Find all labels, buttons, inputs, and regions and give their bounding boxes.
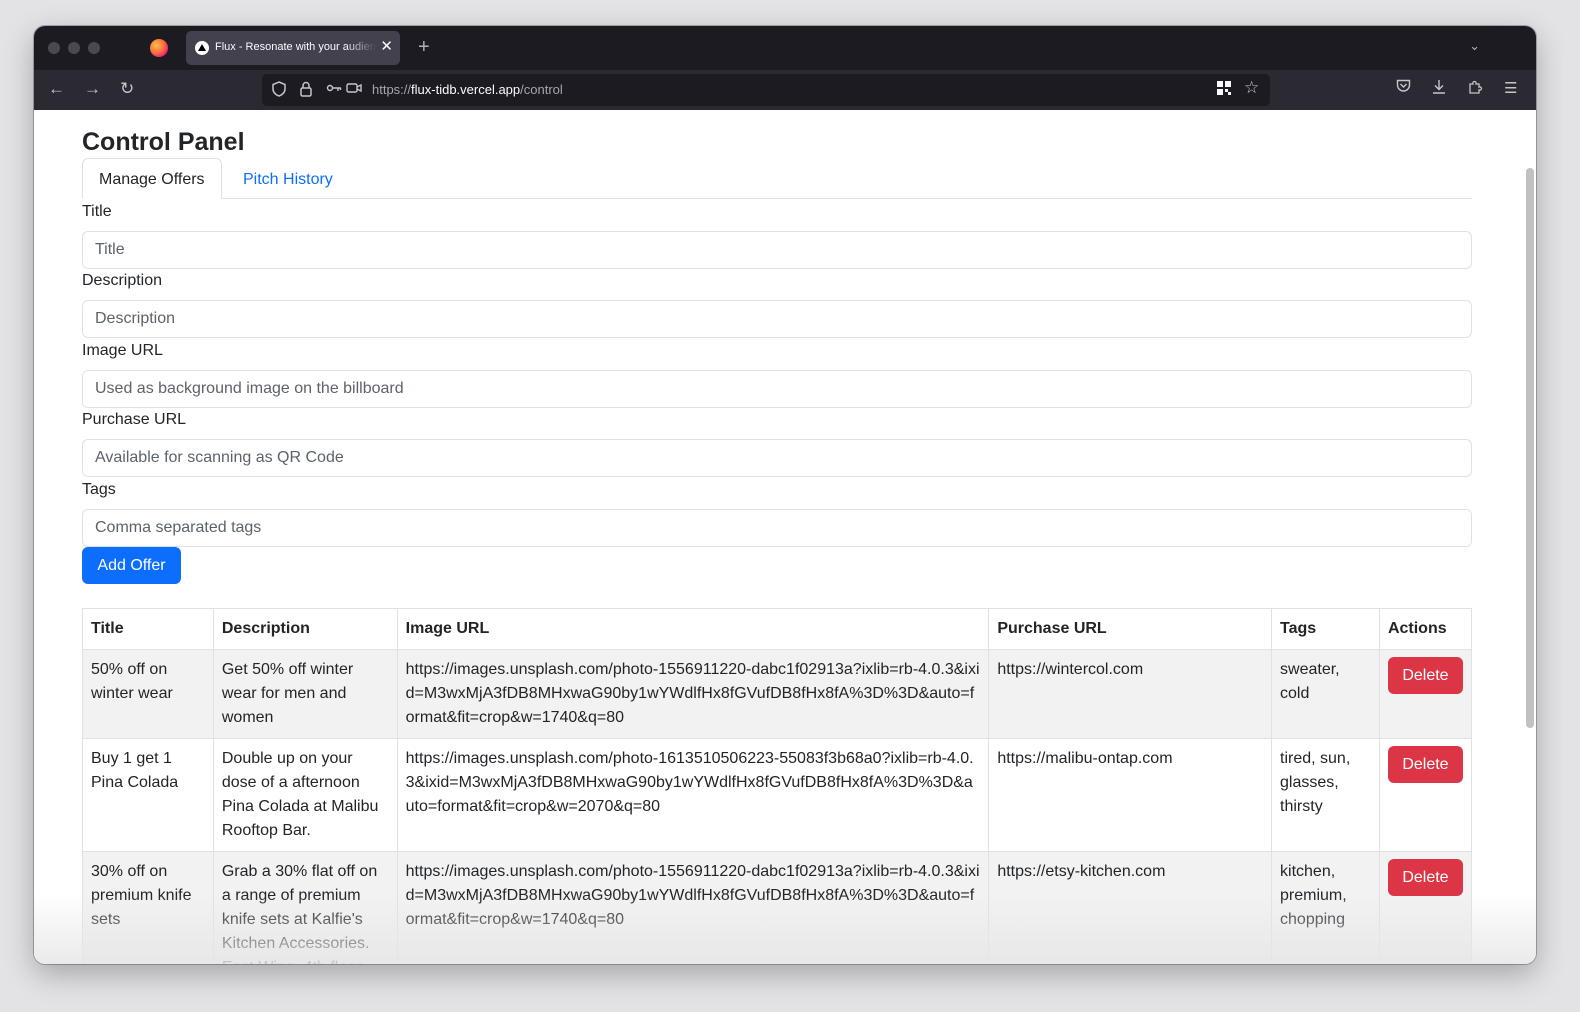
new-tab-plus-icon[interactable]: + [418, 35, 430, 59]
purchase-url-input[interactable] [82, 439, 1472, 477]
delete-button[interactable]: Delete [1387, 746, 1463, 783]
bookmark-star-icon[interactable]: ☆ [1244, 79, 1259, 97]
cell-tags: kitchen, premium, chopping [1271, 851, 1380, 964]
extensions-puzzle-icon[interactable] [1468, 79, 1483, 100]
tags-label: Tags [82, 481, 116, 498]
column-header-description: Description [212, 608, 398, 650]
navigation-toolbar: ← → ↻ https://flux-tidb.vercel.app/contr… [34, 70, 1536, 110]
cell-purchase-url: https://malibu-ontap.com [988, 738, 1273, 852]
page-viewport: Control Panel Manage Offers Pitch Histor… [34, 110, 1536, 964]
description-input[interactable] [82, 300, 1472, 338]
forward-arrow-icon[interactable]: → [84, 79, 101, 99]
delete-button[interactable]: Delete [1387, 859, 1463, 896]
page-title: Control Panel [82, 128, 245, 156]
cell-tags: tired, sun, glasses, thirsty [1271, 738, 1380, 852]
image-url-label: Image URL [82, 342, 163, 359]
delete-button[interactable]: Delete [1387, 657, 1463, 694]
cell-image-url: https://images.unsplash.com/photo-155691… [396, 649, 990, 739]
browser-tab-active[interactable]: Flux - Resonate with your audience ✕ [186, 31, 400, 65]
tab-list-chevron-icon[interactable]: ⌄ [1469, 38, 1480, 54]
shield-icon[interactable] [272, 81, 286, 101]
camera-icon[interactable] [346, 81, 362, 99]
lock-icon[interactable] [300, 81, 312, 101]
page-scrollbar[interactable] [1526, 168, 1534, 728]
url-text[interactable]: https://flux-tidb.vercel.app/control [372, 82, 563, 97]
cell-actions: Delete [1378, 649, 1473, 739]
column-header-purchase-url: Purchase URL [988, 608, 1273, 650]
cell-purchase-url: https://etsy-kitchen.com [988, 851, 1273, 964]
page-tabs: Manage Offers Pitch History [82, 158, 1472, 199]
description-label: Description [82, 272, 163, 289]
cell-description: Get 50% off winter wear for men and wome… [212, 649, 398, 739]
cell-title: 50% off on winter wear [82, 649, 214, 739]
url-path: /control [520, 82, 563, 97]
pocket-icon[interactable] [1396, 79, 1411, 99]
tab-manage-offers[interactable]: Manage Offers [82, 158, 222, 199]
cell-image-url: https://images.unsplash.com/photo-155691… [396, 851, 990, 964]
firefox-logo-icon [150, 39, 168, 57]
table-row: 30% off on premium knife sets Grab a 30%… [82, 851, 1473, 964]
cell-purchase-url: https://wintercol.com [988, 649, 1273, 739]
table-row: Buy 1 get 1 Pina Colada Double up on you… [82, 738, 1473, 852]
reload-icon[interactable]: ↻ [120, 79, 134, 99]
back-arrow-icon[interactable]: ← [48, 79, 65, 99]
cell-actions: Delete [1378, 738, 1473, 852]
cell-title: 30% off on premium knife sets [82, 851, 214, 964]
cell-title: Buy 1 get 1 Pina Colada [82, 738, 214, 852]
cell-actions: Delete [1378, 851, 1473, 964]
tab-strip: Flux - Resonate with your audience ✕ + ⌄ [34, 26, 1536, 70]
tags-input[interactable] [82, 509, 1472, 547]
column-header-image-url: Image URL [396, 608, 990, 650]
cell-tags: sweater, cold [1271, 649, 1380, 739]
tab-title: Flux - Resonate with your audience [215, 41, 377, 53]
zoom-window-dot[interactable] [88, 42, 100, 54]
app-menu-hamburger-icon[interactable]: ☰ [1504, 79, 1517, 99]
offers-table: Title Description Image URL Purchase URL… [82, 608, 1473, 964]
url-host: flux-tidb.vercel.app [411, 82, 521, 97]
table-row: 50% off on winter wear Get 50% off winte… [82, 649, 1473, 739]
column-header-title: Title [82, 608, 214, 650]
column-header-tags: Tags [1271, 608, 1380, 650]
title-input[interactable] [82, 231, 1472, 269]
cell-description: Double up on your dose of a afternoon Pi… [212, 738, 398, 852]
browser-window: Flux - Resonate with your audience ✕ + ⌄… [34, 26, 1536, 964]
minimize-window-dot[interactable] [68, 42, 80, 54]
purchase-url-label: Purchase URL [82, 411, 187, 428]
title-label: Title [82, 203, 112, 220]
vercel-favicon-icon [195, 41, 209, 55]
image-url-input[interactable] [82, 370, 1472, 408]
qr-code-icon[interactable] [1217, 81, 1231, 99]
tab-pitch-history[interactable]: Pitch History [226, 158, 350, 199]
address-bar[interactable]: https://flux-tidb.vercel.app/control ☆ [262, 74, 1270, 106]
column-header-actions: Actions [1378, 608, 1473, 650]
add-offer-button[interactable]: Add Offer [82, 547, 181, 584]
cell-image-url: https://images.unsplash.com/photo-161351… [396, 738, 990, 852]
close-window-dot[interactable] [48, 42, 60, 54]
tab-close-icon[interactable]: ✕ [380, 38, 393, 56]
permissions-key-icon[interactable] [326, 81, 342, 99]
url-protocol: https:// [372, 82, 412, 97]
cell-description: Grab a 30% flat off on a range of premiu… [212, 851, 398, 964]
downloads-icon[interactable] [1432, 79, 1446, 101]
table-header-row: Title Description Image URL Purchase URL… [82, 608, 1473, 650]
